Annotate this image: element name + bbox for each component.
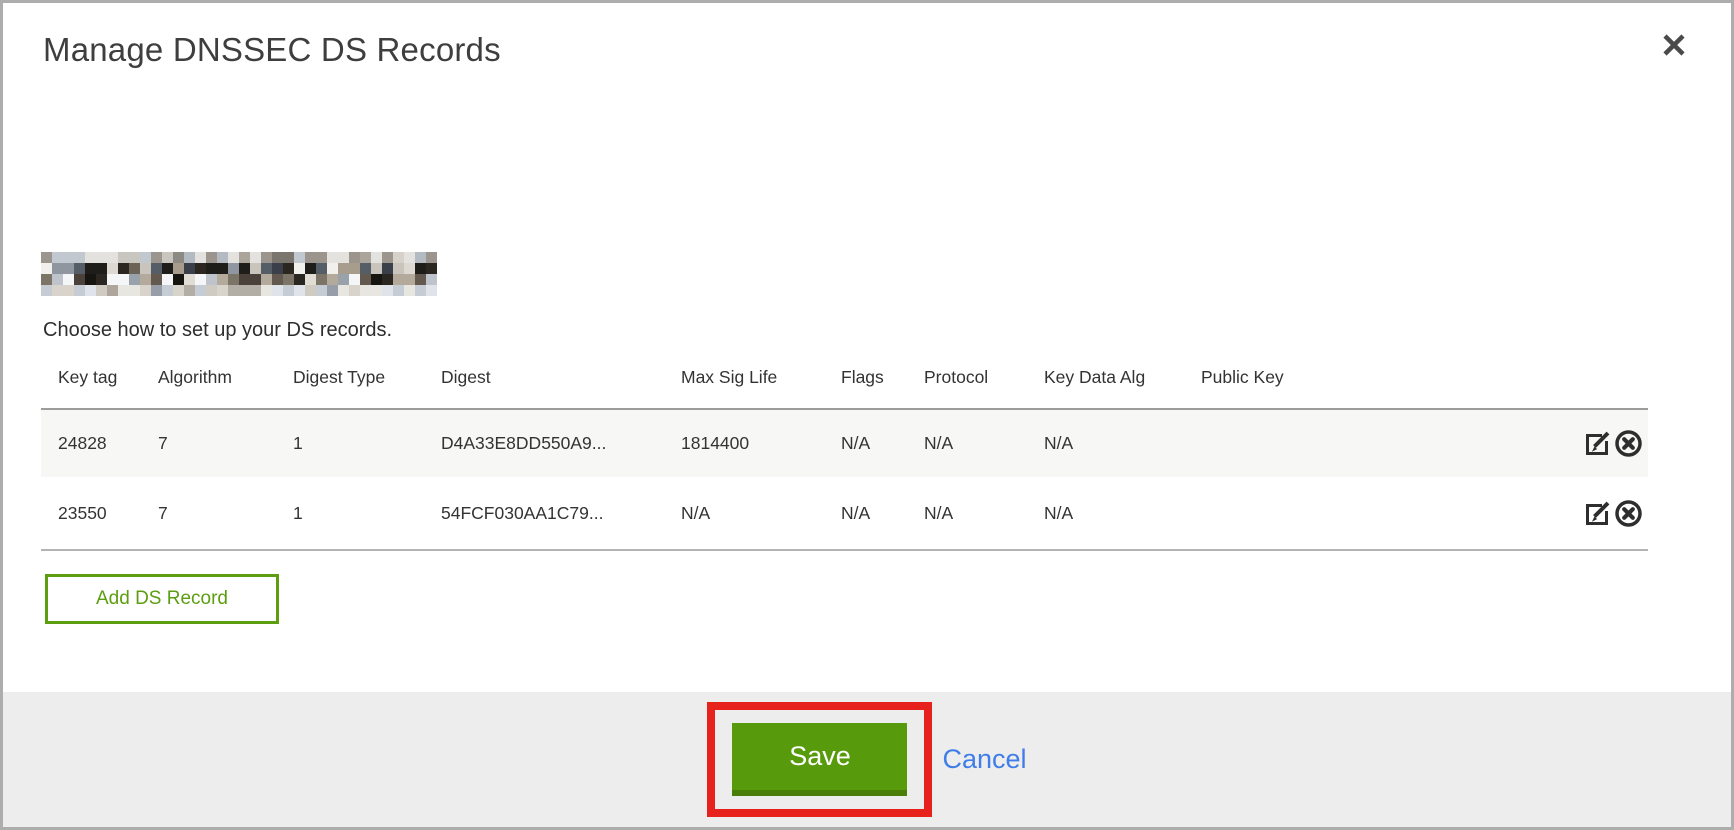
header-protocol: Protocol — [924, 355, 1044, 409]
page-title: Manage DNSSEC DS Records — [43, 31, 501, 69]
header-digest-type: Digest Type — [293, 355, 441, 409]
row-actions — [1401, 477, 1648, 550]
ds-records-table: Key tag Algorithm Digest Type Digest Max… — [41, 355, 1648, 551]
cell-flags: N/A — [841, 409, 924, 477]
manage-dnssec-modal: Manage DNSSEC DS Records Choose how to s… — [0, 0, 1734, 830]
close-button[interactable] — [1659, 31, 1689, 61]
delete-record-icon[interactable] — [1613, 498, 1644, 529]
cell-key-tag: 23550 — [41, 477, 158, 550]
annotation-highlight-box: Save — [707, 702, 932, 817]
header-key-tag: Key tag — [41, 355, 158, 409]
cell-key-data-alg: N/A — [1044, 409, 1201, 477]
edit-record-icon[interactable] — [1582, 498, 1613, 529]
cell-public-key — [1201, 409, 1401, 477]
table-row: 23550 7 1 54FCF030AA1C79... N/A N/A N/A … — [41, 477, 1648, 550]
header-actions — [1401, 355, 1648, 409]
instruction-text: Choose how to set up your DS records. — [43, 319, 392, 342]
cell-key-tag: 24828 — [41, 409, 158, 477]
redacted-domain-name — [41, 252, 437, 296]
cell-algorithm: 7 — [158, 477, 293, 550]
header-flags: Flags — [841, 355, 924, 409]
cell-protocol: N/A — [924, 477, 1044, 550]
header-key-data-alg: Key Data Alg — [1044, 355, 1201, 409]
cell-flags: N/A — [841, 477, 924, 550]
close-icon — [1661, 32, 1687, 61]
cell-public-key — [1201, 477, 1401, 550]
cell-digest: 54FCF030AA1C79... — [441, 477, 681, 550]
header-digest: Digest — [441, 355, 681, 409]
save-button[interactable]: Save — [732, 723, 907, 796]
cell-key-data-alg: N/A — [1044, 477, 1201, 550]
cell-algorithm: 7 — [158, 409, 293, 477]
header-algorithm: Algorithm — [158, 355, 293, 409]
edit-record-icon[interactable] — [1582, 428, 1613, 459]
modal-footer: Save Cancel — [3, 692, 1731, 827]
header-public-key: Public Key — [1201, 355, 1401, 409]
header-max-sig-life: Max Sig Life — [681, 355, 841, 409]
cell-digest: D4A33E8DD550A9... — [441, 409, 681, 477]
cell-digest-type: 1 — [293, 477, 441, 550]
row-actions — [1401, 409, 1648, 477]
table-row: 24828 7 1 D4A33E8DD550A9... 1814400 N/A … — [41, 409, 1648, 477]
cell-max-sig-life: 1814400 — [681, 409, 841, 477]
cell-digest-type: 1 — [293, 409, 441, 477]
add-ds-record-button[interactable]: Add DS Record — [45, 574, 279, 624]
cell-protocol: N/A — [924, 409, 1044, 477]
cancel-link[interactable]: Cancel — [942, 744, 1026, 775]
cell-max-sig-life: N/A — [681, 477, 841, 550]
delete-record-icon[interactable] — [1613, 428, 1644, 459]
table-header-row: Key tag Algorithm Digest Type Digest Max… — [41, 355, 1648, 409]
